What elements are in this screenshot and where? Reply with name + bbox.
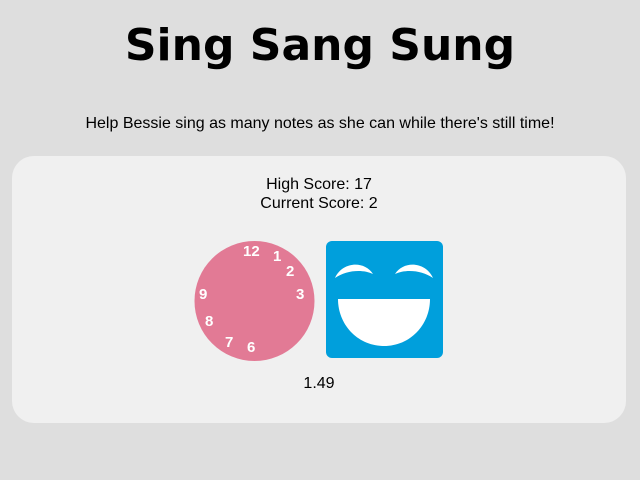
laughing-face-icon[interactable] — [326, 241, 443, 358]
clock-number-2: 2 — [286, 263, 294, 280]
score-display: High Score: 17 Current Score: 2 — [12, 175, 626, 213]
clock-number-7: 7 — [225, 334, 233, 351]
clock-button[interactable]: 12 1 2 3 9 8 7 6 — [192, 241, 317, 361]
countdown-timer: 1.49 — [303, 375, 335, 392]
game-title: Sing Sang Sung — [124, 20, 516, 71]
instructions-text: Help Bessie sing as many notes as she ca… — [85, 115, 555, 132]
current-score: Current Score: 2 — [260, 195, 378, 212]
clock-number-12: 12 — [243, 243, 260, 260]
high-score: High Score: 17 — [266, 176, 372, 193]
clock-number-1: 1 — [273, 248, 281, 265]
clock-number-6: 6 — [247, 339, 255, 356]
clock-number-8: 8 — [205, 313, 213, 330]
clock-number-3: 3 — [296, 286, 304, 303]
clock-number-9: 9 — [199, 286, 207, 303]
